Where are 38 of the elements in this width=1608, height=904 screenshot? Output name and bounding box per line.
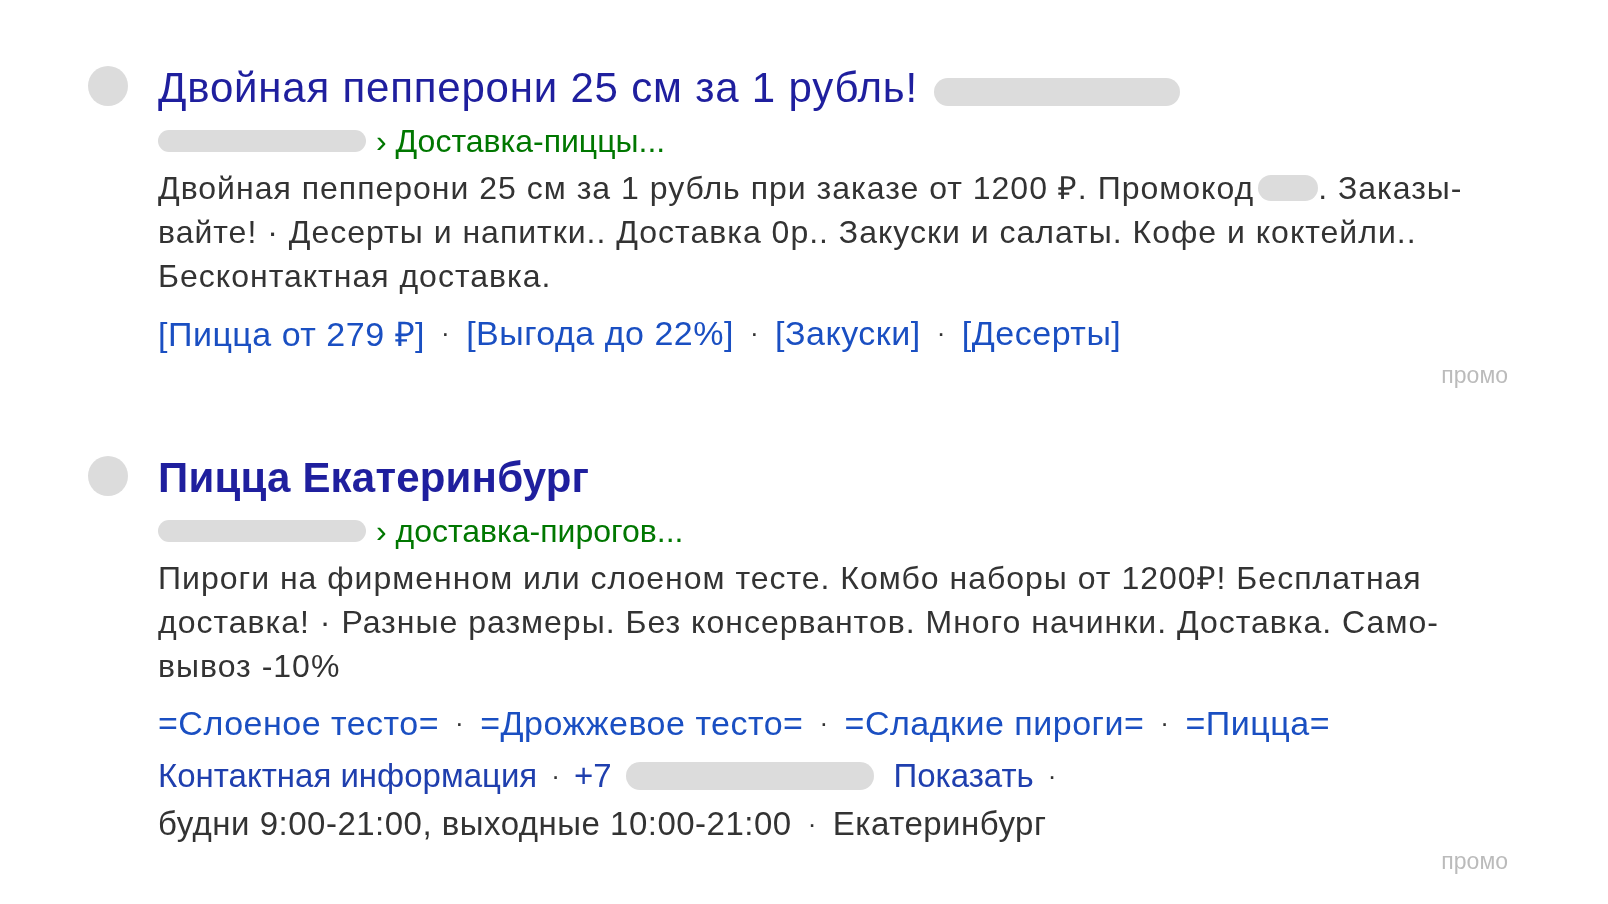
phone-number-link[interactable]: +7: [573, 757, 612, 795]
favicon-placeholder-icon: [88, 66, 128, 106]
separator-dot: ·: [936, 317, 946, 349]
separator-dot: ·: [455, 707, 465, 739]
snippet-text: вывоз -10%: [158, 647, 341, 686]
separator-dot: ·: [819, 707, 829, 739]
result-title-link[interactable]: Двойная пепперони 25 см за 1 рубль!: [158, 64, 918, 112]
url-path-link[interactable]: › доставка-пирогов...: [376, 512, 684, 550]
working-hours-text: будни 9:00-21:00, выходные 10:00-21:00: [158, 805, 792, 843]
snippet-text: Бесконтактная доставка.: [158, 257, 552, 296]
sitelink[interactable]: =Сладкие пироги=: [844, 703, 1145, 743]
redaction-bar: [1258, 175, 1319, 201]
sitelink[interactable]: [Выгода до 22%]: [466, 313, 734, 353]
snippet-text: Двойная пепперони 25 см за 1 рубль при заказе от 1200 ₽. Промокод: [158, 169, 1255, 208]
snippet-text: . Заказы-: [1318, 169, 1463, 208]
separator-dot: ·: [749, 317, 760, 349]
sitelink[interactable]: =Пицца=: [1185, 703, 1330, 743]
separator-dot: ·: [441, 317, 451, 349]
sitelink[interactable]: [Пицца от 279 ₽]: [158, 310, 425, 356]
snippet-text: доставка! · Разные размеры. Без консервантов. Много начинки. Доставка. Само-: [158, 603, 1439, 642]
promo-label: промо: [1441, 362, 1508, 390]
sitelink[interactable]: =Слоеное тесто=: [158, 703, 440, 743]
snippet-text: вайте! · Десерты и напитки.. Доставка 0р.. Закуски и салаты. Кофе и коктейли..: [158, 213, 1417, 252]
sitelink[interactable]: [Закуски]: [775, 313, 921, 353]
contacts-link[interactable]: Контактная информация: [158, 757, 538, 795]
result-title-link[interactable]: Пицца Екатеринбург: [158, 454, 590, 502]
sitelink[interactable]: [Десерты]: [961, 313, 1122, 353]
separator-dot: ·: [1160, 707, 1170, 739]
show-phone-link[interactable]: Показать: [893, 757, 1034, 795]
separator-dot: ·: [1047, 760, 1057, 792]
snippet-text: Пироги на фирменном или слоеном тесте. Комбо наборы от 1200₽! Бесплатная: [158, 559, 1422, 598]
sitelink[interactable]: =Дрожжевое тесто=: [480, 703, 804, 743]
favicon-placeholder-icon: [88, 456, 128, 496]
city-text: Екатеринбург: [832, 805, 1047, 843]
url-path-link[interactable]: › Доставка-пиццы...: [376, 122, 666, 160]
separator-dot: ·: [551, 760, 560, 792]
separator-dot: ·: [807, 808, 817, 840]
promo-label: промо: [1441, 848, 1508, 876]
